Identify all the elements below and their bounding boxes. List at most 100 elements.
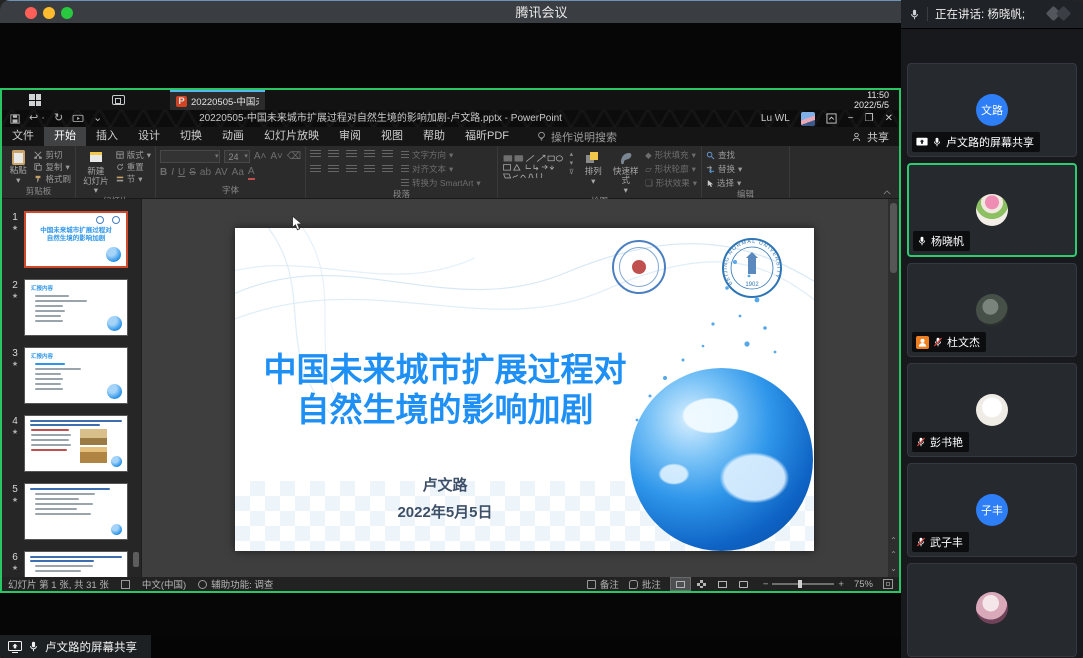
windows-start-icon[interactable] — [29, 94, 41, 106]
undo-icon[interactable]: ↩ · — [29, 110, 45, 127]
align-center-icon[interactable] — [328, 165, 339, 174]
reading-view-button[interactable] — [713, 578, 732, 590]
scroll-up-icon[interactable]: ⌃ — [890, 537, 897, 545]
participant-tile-luwenlu-share[interactable]: 文路 卢文路的屏幕共享 — [907, 63, 1077, 157]
qat-customize-icon[interactable]: ⌄ — [93, 110, 102, 127]
normal-view-button[interactable] — [671, 578, 690, 590]
fit-slide-to-window-icon[interactable] — [883, 579, 893, 589]
section-button[interactable]: 节 ▾ — [116, 174, 151, 184]
shapes-scroll-down[interactable]: ▾ — [569, 159, 574, 167]
tab-home[interactable]: 开始 — [44, 127, 86, 146]
tab-design[interactable]: 设计 — [128, 127, 170, 146]
layout-button[interactable]: 版式 ▾ — [116, 150, 151, 160]
format-painter-button[interactable]: 格式刷 — [34, 174, 71, 184]
font-size-combo[interactable]: 24 — [224, 150, 249, 163]
shape-outline-button[interactable]: ▱ 形状轮廓 ▾ — [645, 164, 697, 174]
font-color-button[interactable]: A — [248, 166, 255, 180]
thumbnail-slide-6[interactable] — [24, 551, 128, 577]
zoom-in-button[interactable]: + — [838, 579, 844, 590]
select-button[interactable]: 选择 ▾ — [706, 178, 742, 188]
previous-slide-icon[interactable]: ⌃ — [890, 551, 897, 559]
shapes-scroll-up[interactable]: ▴ — [569, 150, 574, 158]
zoom-slider-thumb[interactable] — [798, 580, 802, 588]
account-avatar[interactable] — [801, 112, 815, 126]
tab-animations[interactable]: 动画 — [212, 127, 254, 146]
notes-button[interactable]: 备注 — [587, 577, 619, 591]
replace-button[interactable]: 替换 ▾ — [706, 164, 742, 174]
save-icon[interactable] — [10, 114, 20, 124]
scrollbar-thumb[interactable] — [890, 203, 897, 273]
clear-format-icon[interactable]: ⌫ — [287, 151, 301, 163]
tab-review[interactable]: 审阅 — [329, 127, 371, 146]
tab-insert[interactable]: 插入 — [86, 127, 128, 146]
thumbnail-slide-2[interactable]: 汇报内容 — [24, 279, 128, 336]
shapes-gallery[interactable] — [502, 150, 563, 184]
copy-button[interactable]: 复制 ▾ — [34, 162, 71, 172]
cut-button[interactable]: 剪切 — [34, 150, 71, 160]
tab-help[interactable]: 帮助 — [413, 127, 455, 146]
smartart-button[interactable]: 转换为 SmartArt ▾ — [401, 178, 481, 188]
close-button[interactable]: ✕ — [885, 110, 893, 127]
thumbnail-scrollbar[interactable] — [133, 552, 139, 567]
slide-scrollbar[interactable]: ⌃ ⌃ ⌄ — [888, 199, 899, 577]
char-spacing-button[interactable]: AV — [215, 167, 228, 179]
arrange-button[interactable]: 排列▾ — [580, 150, 607, 186]
powerpoint-taskbar-tab[interactable]: P 20220505-中国未... — [170, 90, 265, 110]
bold-button[interactable]: B — [160, 167, 167, 179]
zoom-out-button[interactable]: − — [763, 579, 769, 590]
reset-button[interactable]: 重置 — [116, 162, 151, 172]
increase-indent-icon[interactable] — [364, 150, 375, 159]
numbering-icon[interactable] — [328, 150, 339, 159]
font-name-combo[interactable] — [160, 150, 220, 163]
align-right-icon[interactable] — [346, 165, 357, 174]
collapse-ribbon-icon[interactable] — [883, 190, 891, 195]
shape-fill-button[interactable]: ◆ 形状填充 ▾ — [645, 150, 697, 160]
next-slide-icon[interactable]: ⌄ — [890, 565, 897, 573]
shape-effects-button[interactable]: ❏ 形状效果 ▾ — [645, 178, 697, 188]
thumbnail-slide-4[interactable] — [24, 415, 128, 472]
participant-tile-duwenjie[interactable]: 杜文杰 — [907, 263, 1077, 357]
zoom-percent[interactable]: 75% — [854, 579, 873, 590]
restore-button[interactable]: ❐ — [865, 110, 874, 127]
language-status[interactable]: 中文(中国) — [142, 577, 186, 591]
tab-transitions[interactable]: 切换 — [170, 127, 212, 146]
thumbnail-slide-1[interactable]: 中国未来城市扩展过程对 自然生境的影响加剧 — [24, 211, 128, 268]
ribbon-display-options-icon[interactable] — [826, 113, 837, 124]
participant-tile-pengshuyan[interactable]: 彭书艳 — [907, 363, 1077, 457]
decrease-indent-icon[interactable] — [346, 150, 357, 159]
columns-icon[interactable] — [382, 165, 393, 174]
start-slideshow-icon[interactable] — [72, 114, 84, 124]
thumbnail-slide-3[interactable]: 汇报内容 — [24, 347, 128, 404]
line-spacing-icon[interactable] — [382, 150, 393, 159]
shadow-button[interactable]: ab — [200, 167, 211, 179]
justify-icon[interactable] — [364, 165, 375, 174]
slideshow-view-button[interactable] — [734, 578, 753, 590]
find-button[interactable]: 查找 — [706, 150, 742, 160]
thumbnail-slide-5[interactable] — [24, 483, 128, 540]
shapes-more[interactable]: ⊽ — [569, 168, 574, 176]
task-view-icon[interactable] — [112, 95, 125, 105]
display-settings-icon[interactable] — [121, 580, 130, 589]
underline-button[interactable]: U — [178, 167, 185, 179]
bullets-icon[interactable] — [310, 150, 321, 159]
tab-slideshow[interactable]: 幻灯片放映 — [254, 127, 329, 146]
quick-styles-button[interactable]: 快速样式▾ — [613, 150, 640, 195]
comments-button[interactable]: 批注 — [629, 577, 661, 591]
slide-editor[interactable]: BEIJING NORMAL UNIVERSITY 1902 中国未来城市扩展过… — [235, 228, 814, 551]
align-left-icon[interactable] — [310, 165, 321, 174]
italic-button[interactable]: I — [171, 167, 174, 179]
tell-me-search[interactable]: 操作说明搜索 — [537, 127, 617, 146]
account-name[interactable]: Lu WL — [761, 113, 790, 124]
redo-icon[interactable]: ↻ — [54, 110, 63, 127]
participant-tile-bottom[interactable] — [907, 563, 1077, 657]
new-slide-button[interactable]: 新建 幻灯片 ▾ — [80, 150, 112, 195]
share-button[interactable]: 共享 — [851, 127, 889, 146]
change-case-button[interactable]: Aa — [232, 167, 244, 179]
slide-sorter-view-button[interactable] — [692, 578, 711, 590]
accessibility-status[interactable]: 辅助功能: 调查 — [198, 577, 273, 591]
strikethrough-button[interactable]: S — [189, 167, 196, 179]
minimize-button[interactable]: − — [848, 110, 854, 127]
tab-foxit-pdf[interactable]: 福昕PDF — [455, 127, 519, 146]
zoom-slider[interactable] — [772, 583, 834, 585]
grow-font-icon[interactable]: A˄ — [254, 151, 267, 163]
